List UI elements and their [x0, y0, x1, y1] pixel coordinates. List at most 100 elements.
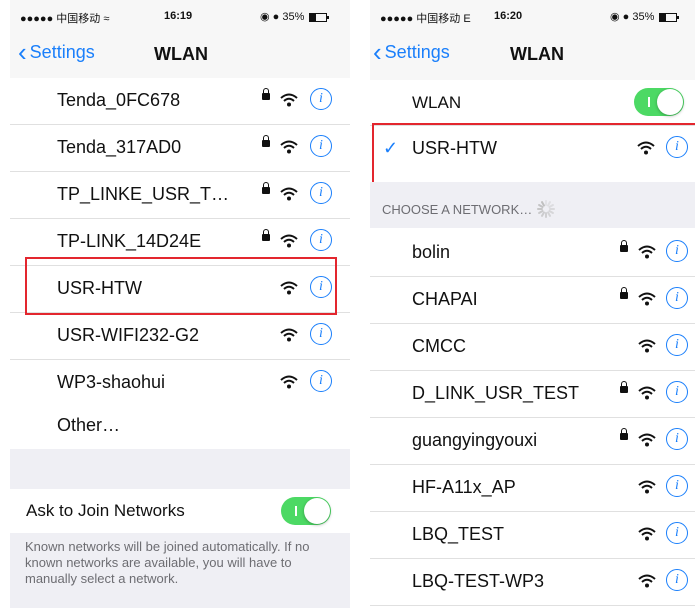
page-title: WLAN: [510, 44, 564, 64]
highlight-box: [372, 123, 695, 184]
info-icon[interactable]: i: [666, 381, 688, 403]
network-name: HF-A11x_AP: [412, 477, 516, 497]
battery-icon: [309, 12, 330, 22]
choose-network-header: CHOOSE A NETWORK…: [370, 182, 695, 228]
lock-icon: [262, 182, 270, 194]
network-row[interactable]: LBQ-TEST-WP3 i: [370, 559, 695, 606]
info-icon[interactable]: i: [310, 88, 332, 110]
wifi-icon: [280, 375, 298, 389]
left-screen: ●●●●● 中国移动 ≈ 16:19 ◉ ● 35% ‹ Settings WLA…: [10, 0, 350, 608]
carrier-signal: ●●●●● 中国移动 ≈: [20, 13, 110, 25]
back-label: Settings: [29, 42, 95, 62]
status-bar: ●●●●● 中国移动 ≈ 16:19 ◉ ● 35%: [10, 0, 350, 30]
network-name: bolin: [412, 242, 451, 262]
lock-icon: [262, 229, 270, 241]
info-icon[interactable]: i: [666, 569, 688, 591]
info-icon[interactable]: i: [310, 182, 332, 204]
nav-bar: ‹ Settings WLAN: [10, 30, 350, 81]
battery-icon: [659, 12, 680, 22]
network-row[interactable]: Tenda_317AD0 i: [10, 125, 350, 172]
network-row[interactable]: CHAPAI i: [370, 277, 695, 324]
network-name: CMCC: [412, 336, 466, 356]
ask-to-join-footer: Known networks will be joined automatica…: [10, 533, 350, 608]
wifi-icon: [280, 234, 298, 248]
wlan-toggle-row: WLAN: [370, 80, 695, 126]
wifi-icon: [638, 527, 656, 541]
loading-spinner-icon: [536, 199, 556, 219]
other-network-row[interactable]: Other…: [10, 403, 350, 449]
wifi-icon: [280, 140, 298, 154]
right-screen: ●●●●● 中国移动 E 16:20 ◉ ● 35% ‹ Settings WLA…: [370, 0, 695, 608]
ask-to-join-toggle[interactable]: [281, 497, 331, 525]
network-name: D_LINK_USR_TEST: [412, 383, 580, 403]
status-icons-text: ◉ ● 35%: [260, 11, 305, 23]
lock-icon: [620, 428, 628, 440]
status-icons: ◉ ● 35%: [610, 10, 680, 23]
info-icon[interactable]: i: [666, 334, 688, 356]
lock-icon: [620, 287, 628, 299]
status-bar: ●●●●● 中国移动 E 16:20 ◉ ● 35%: [370, 0, 695, 30]
network-row[interactable]: CMCC i: [370, 324, 695, 371]
ask-to-join-label: Ask to Join Networks: [26, 501, 185, 520]
wifi-icon: [638, 386, 656, 400]
back-button[interactable]: ‹ Settings: [18, 37, 95, 67]
highlight-box: [25, 257, 337, 315]
network-name: WP3-shaohui: [57, 372, 166, 392]
wifi-icon: [638, 245, 656, 259]
network-name: Tenda_0FC678: [57, 90, 181, 110]
network-name: TP_LINKE_USR_T…: [57, 184, 230, 204]
network-row[interactable]: Tenda_0FC678 i: [10, 78, 350, 125]
lock-icon: [262, 135, 270, 147]
clock: 16:19: [164, 10, 193, 22]
status-icons: ◉ ● 35%: [260, 10, 330, 23]
ask-to-join-row: Ask to Join Networks: [10, 489, 350, 533]
info-icon[interactable]: i: [666, 475, 688, 497]
network-name: guangyingyouxi: [412, 430, 538, 450]
back-label: Settings: [384, 42, 450, 62]
network-row[interactable]: TP_LINKE_USR_T… i: [10, 172, 350, 219]
info-icon[interactable]: i: [310, 135, 332, 157]
wifi-icon: [638, 339, 656, 353]
info-icon[interactable]: i: [666, 522, 688, 544]
network-row[interactable]: LBQ_TEST i: [370, 512, 695, 559]
info-icon[interactable]: i: [666, 240, 688, 262]
info-icon[interactable]: i: [310, 229, 332, 251]
other-label: Other…: [57, 415, 121, 435]
wifi-icon: [280, 187, 298, 201]
wifi-icon: [280, 93, 298, 107]
section-gap: [10, 449, 350, 489]
carrier-signal: ●●●●● 中国移动 E: [380, 13, 471, 25]
network-name: CHAPAI: [412, 289, 478, 309]
network-row[interactable]: USR-WIFI232-G2 i: [10, 313, 350, 360]
wlan-toggle[interactable]: [634, 88, 684, 116]
network-row[interactable]: guangyingyouxi i: [370, 418, 695, 465]
status-icons-text: ◉ ● 35%: [610, 11, 655, 23]
network-row[interactable]: WP3-shaohui i: [10, 360, 350, 407]
clock: 16:20: [494, 10, 523, 22]
wifi-icon: [280, 328, 298, 342]
chevron-left-icon: ‹: [18, 37, 27, 67]
wifi-icon: [638, 574, 656, 588]
choose-network-label: CHOOSE A NETWORK…: [382, 202, 533, 217]
info-icon[interactable]: i: [310, 370, 332, 392]
back-button[interactable]: ‹ Settings: [373, 37, 450, 67]
wifi-icon: [638, 480, 656, 494]
page-title: WLAN: [154, 44, 208, 64]
network-name: LBQ_TEST: [412, 524, 505, 544]
chevron-left-icon: ‹: [373, 37, 382, 67]
info-icon[interactable]: i: [310, 323, 332, 345]
wifi-icon: [638, 292, 656, 306]
lock-icon: [620, 381, 628, 393]
network-name: LBQ-TEST-WP3: [412, 571, 545, 591]
network-name: USR-WIFI232-G2: [57, 325, 200, 345]
wlan-label: WLAN: [412, 93, 462, 112]
info-icon[interactable]: i: [666, 428, 688, 450]
lock-icon: [620, 240, 628, 252]
info-icon[interactable]: i: [666, 287, 688, 309]
network-row[interactable]: D_LINK_USR_TEST i: [370, 371, 695, 418]
nav-bar: ‹ Settings WLAN: [370, 30, 695, 81]
network-name: Tenda_317AD0: [57, 137, 182, 157]
network-row[interactable]: bolin i: [370, 230, 695, 277]
network-name: TP-LINK_14D24E: [57, 231, 202, 251]
network-row[interactable]: HF-A11x_AP i: [370, 465, 695, 512]
